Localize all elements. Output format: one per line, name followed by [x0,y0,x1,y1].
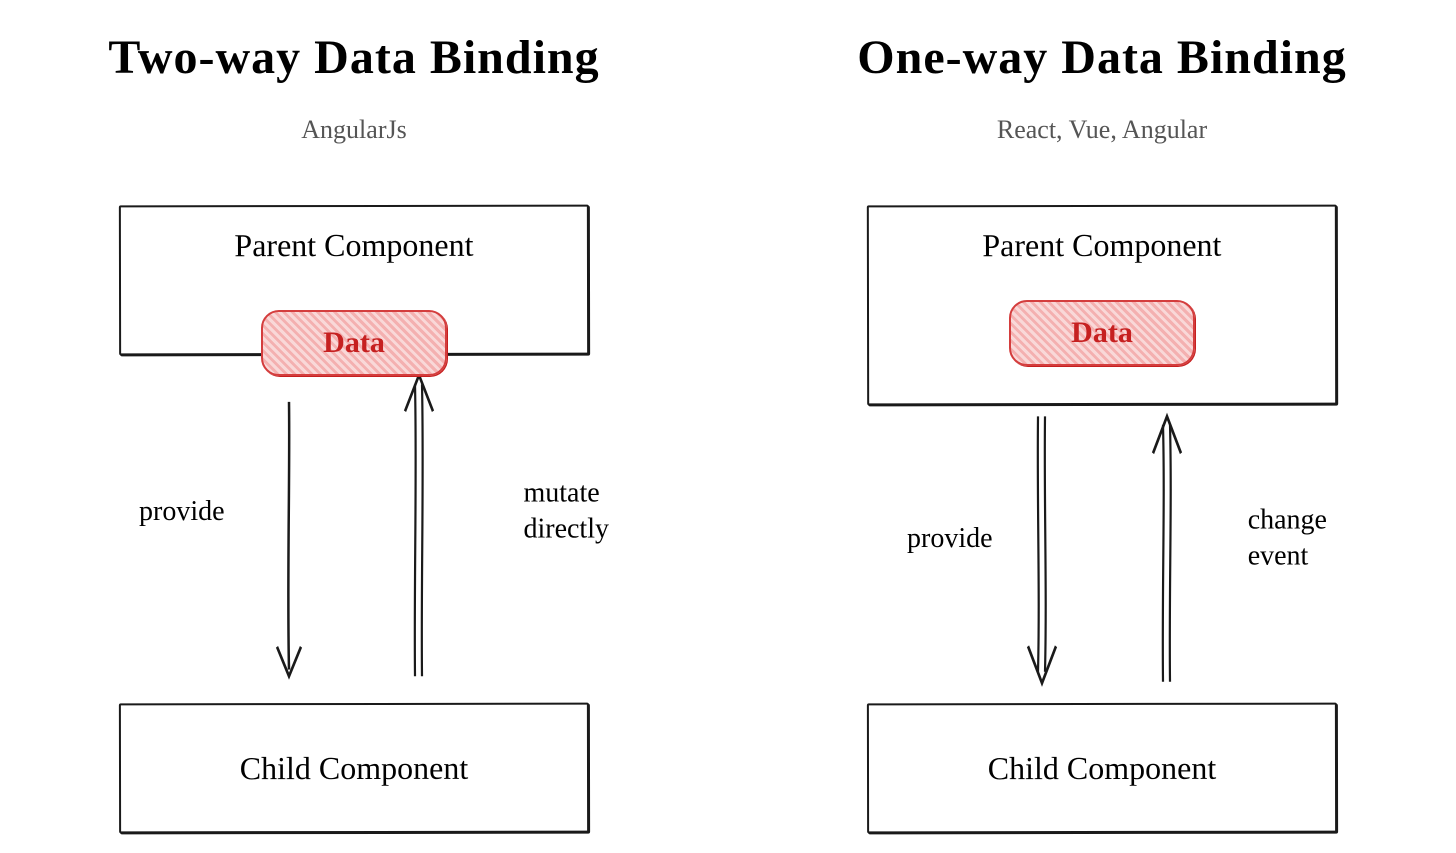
one-way-title: One-way Data Binding [857,30,1346,85]
two-way-arrow-zone: provide mutate directly [119,355,589,703]
one-way-parent-label: Parent Component [982,227,1221,264]
one-way-arrow-zone: provide change event [867,405,1337,703]
diagram-container: Two-way Data Binding AngularJs Parent Co… [0,0,1456,853]
one-way-child-box: Child Component [867,703,1337,834]
two-way-subtitle: AngularJs [301,115,406,145]
one-way-data-badge: Data [1009,300,1195,366]
one-way-column: One-way Data Binding React, Vue, Angular… [728,20,1426,833]
one-way-child-label: Child Component [988,749,1217,786]
arrow-up-icon [405,375,433,676]
two-way-child-label: Child Component [240,749,469,786]
two-way-mutate-label: mutate directly [523,475,609,548]
two-way-parent-label: Parent Component [234,227,473,264]
two-way-title: Two-way Data Binding [108,30,599,85]
arrow-down-icon [277,402,301,676]
one-way-provide-label: provide [907,521,993,557]
two-way-provide-label: provide [139,493,225,529]
one-way-change-label: change event [1248,503,1327,576]
two-way-data-badge: Data [261,310,447,376]
arrow-up-icon [1153,416,1181,681]
arrow-down-icon [1028,416,1056,683]
one-way-subtitle: React, Vue, Angular [997,115,1207,145]
two-way-column: Two-way Data Binding AngularJs Parent Co… [30,20,728,833]
two-way-child-box: Child Component [119,703,589,834]
